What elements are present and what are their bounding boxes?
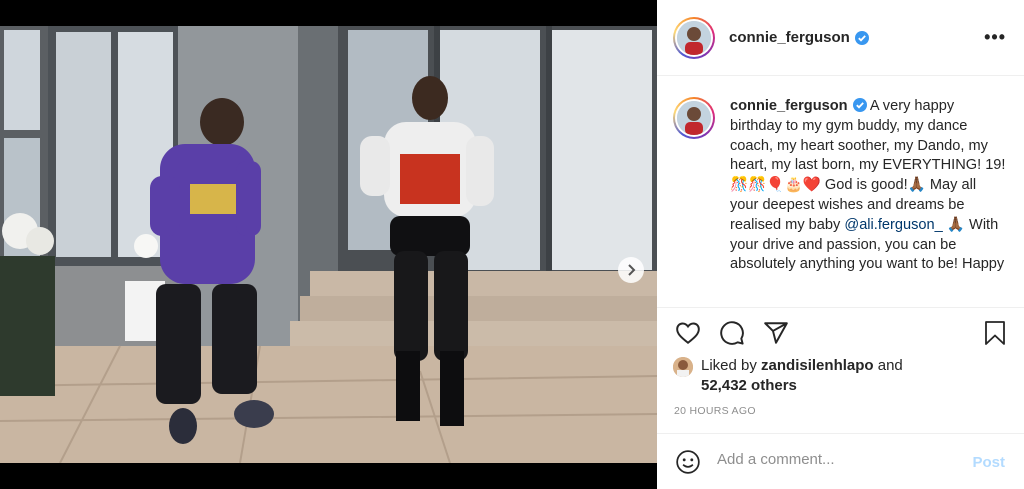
verified-icon [854, 30, 869, 45]
avatar[interactable] [673, 16, 715, 59]
likes-summary: Liked by zandisilenhlapo and 52,432 othe… [673, 356, 903, 396]
share-icon[interactable] [763, 320, 789, 346]
liker-username-link[interactable]: zandisilenhlapo [761, 357, 874, 374]
liker-avatar[interactable] [673, 357, 693, 377]
action-bar [657, 308, 1024, 359]
emoji-icon[interactable] [675, 449, 701, 475]
caption-username[interactable]: connie_ferguson [730, 98, 848, 114]
bookmark-icon[interactable] [983, 320, 1007, 346]
photo-illustration [0, 26, 657, 463]
carousel-next-button[interactable] [618, 257, 644, 283]
avatar-image [677, 20, 711, 55]
post-username[interactable]: connie_ferguson [729, 29, 850, 46]
caption-avatar[interactable] [673, 97, 715, 139]
comment-icon[interactable] [719, 320, 745, 346]
likes-prefix: Liked by [701, 357, 757, 374]
chevron-right-icon [628, 264, 636, 276]
likes-and: and [877, 357, 903, 374]
likes-text: Liked by zandisilenhlapo and 52,432 othe… [701, 356, 903, 396]
caption-mention-link[interactable]: @ali.ferguson_ [844, 217, 942, 233]
verified-icon [852, 98, 867, 112]
caption-section: connie_ferguson A very happy birthday to… [657, 76, 1024, 308]
post-side-panel: connie_ferguson ••• connie_ferguson A ve… [657, 0, 1024, 489]
avatar-image [677, 101, 711, 135]
post-photo[interactable] [0, 26, 657, 463]
comment-input[interactable] [717, 451, 957, 468]
instagram-post-modal: connie_ferguson ••• connie_ferguson A ve… [0, 0, 1024, 489]
post-comment-button[interactable]: Post [972, 454, 1005, 471]
caption-body: A very happy birthday to my gym buddy, m… [730, 98, 1006, 233]
heart-icon[interactable] [675, 320, 701, 346]
comment-form: Post [657, 433, 1024, 489]
more-icon[interactable]: ••• [984, 28, 1006, 46]
post-timestamp[interactable]: 20 HOURS AGO [674, 405, 756, 417]
caption-text: connie_ferguson A very happy birthday to… [730, 97, 1008, 275]
liker-avatar-image [673, 357, 693, 377]
likes-count-link[interactable]: 52,432 others [701, 377, 797, 394]
post-header: connie_ferguson ••• [657, 0, 1024, 76]
